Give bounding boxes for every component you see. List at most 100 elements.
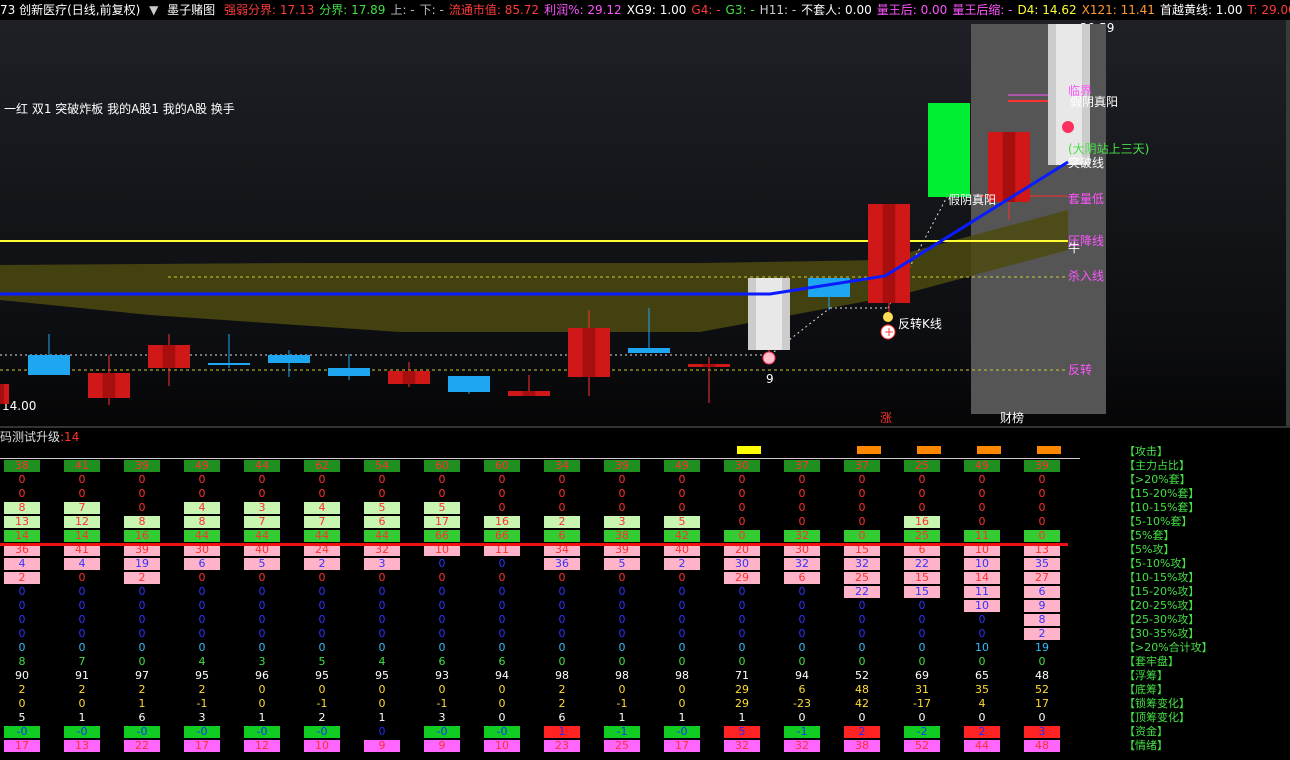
cell-t5-9: 2	[544, 516, 580, 528]
cell-zj-9: 1	[544, 726, 580, 738]
signal-marker-17	[1037, 446, 1061, 454]
cell-t5-14: 0	[858, 515, 866, 528]
cell-tlp-4: 3	[258, 655, 266, 668]
cell-dcb-3: 3	[198, 711, 206, 724]
indicator-value-6: XG9: 1.00	[626, 3, 687, 17]
cell-fc-1: 91	[75, 669, 89, 682]
indicator-value-2: 上: -	[390, 3, 415, 17]
cell-qx-7: 9	[424, 740, 460, 752]
cell-g15-1: 0	[78, 571, 86, 584]
cell-t5-11: 5	[664, 516, 700, 528]
cell-g1520-4: 0	[258, 585, 266, 598]
cell-t15-15: 0	[918, 487, 926, 500]
cell-fc-5: 95	[315, 669, 329, 682]
cell-zlzb-14: 37	[844, 460, 880, 472]
cell-g1520-14: 22	[844, 586, 880, 598]
stock-title[interactable]: 73 创新医疗(日线,前复权)	[0, 3, 140, 17]
cell-zlzb-12: 30	[724, 460, 760, 472]
cell-dcb-8: 0	[498, 711, 506, 724]
cell-g1520-11: 0	[678, 585, 686, 598]
cell-zlzb-17: 39	[1024, 460, 1060, 472]
cell-t0-13: 32	[784, 530, 820, 542]
indicator-name[interactable]: 墨子赌图	[167, 3, 215, 17]
row-label-4: 【10-15%套】	[1124, 501, 1200, 514]
chip-red-line	[0, 543, 1068, 546]
cell-g20-12: 0	[738, 599, 746, 612]
indicator-value-7: G4: -	[691, 3, 721, 17]
candle-body-1	[28, 355, 70, 375]
row-label-19: 【顶筹变化】	[1124, 711, 1190, 724]
cell-g15-16: 14	[964, 572, 1000, 584]
signal-marker-12	[737, 446, 761, 454]
cell-t20-6: 0	[378, 473, 386, 486]
cell-g10-0: 4	[4, 558, 40, 570]
cell-sc-2: 1	[138, 697, 146, 710]
kline-canvas: +9涨 财榜反转K线假阴真阳假阴真阳临界(大阴站上三天)突破线套量低压降线牛杀入线…	[0, 24, 1149, 425]
cell-g10-15: 22	[904, 558, 940, 570]
cell-g25-12: 0	[738, 613, 746, 626]
cell-dcb-1: 1	[78, 711, 86, 724]
cell-dcb-4: 1	[258, 711, 266, 724]
row-label-0: 【攻击】	[1124, 445, 1168, 458]
cell-t0-6: 44	[364, 530, 400, 542]
cell-zj-4: -0	[244, 726, 280, 738]
cell-g25-16: 0	[978, 613, 986, 626]
indicator-dropdown-icon[interactable]: ▼	[149, 3, 158, 17]
cell-g30-13: 0	[798, 627, 806, 640]
cell-g30-3: 0	[198, 627, 206, 640]
cell-t0-5: 44	[304, 530, 340, 542]
cell-fc-15: 69	[915, 669, 929, 682]
signal-marker-14	[857, 446, 881, 454]
signal-marker-15	[917, 446, 941, 454]
row-label-11: 【20-25%攻】	[1124, 599, 1200, 612]
cell-t10-9: 0	[558, 501, 566, 514]
main-kline-chart[interactable]: 一红 双1 突破炸板 我的A股1 我的A股 换手 20.59 14.00 +9涨…	[0, 20, 1286, 426]
chip-analysis-pane: 码测试升级:14 38 41 39 49 44 62 54 60 60 34 39 49 30 37 37 2…	[0, 428, 1290, 760]
cell-fc-13: 94	[795, 669, 809, 682]
cell-t15-11: 0	[678, 487, 686, 500]
cell-g20-15: 0	[918, 599, 926, 612]
cell-dc-12: 29	[735, 683, 749, 696]
candle-shade-12	[702, 364, 716, 367]
cell-t5-8: 16	[484, 516, 520, 528]
cell-sc-8: 0	[498, 697, 506, 710]
cell-t20-8: 0	[498, 473, 506, 486]
cell-g25-4: 0	[258, 613, 266, 626]
cell-t0-15: 25	[904, 530, 940, 542]
cell-g10-5: 2	[304, 558, 340, 570]
cell-t5-7: 17	[424, 516, 460, 528]
cell-t15-17: 0	[1038, 487, 1046, 500]
cell-t15-10: 0	[618, 487, 626, 500]
cell-hj-15: 0	[918, 641, 926, 654]
right-label-3: 套量低	[1068, 192, 1104, 206]
cell-dcb-5: 2	[318, 711, 326, 724]
sell-marker-icon	[1062, 121, 1074, 133]
cell-g15-12: 29	[724, 572, 760, 584]
cell-hj-10: 0	[618, 641, 626, 654]
cell-zlzb-1: 41	[64, 460, 100, 472]
cell-zj-2: -0	[124, 726, 160, 738]
cell-t10-5: 4	[304, 502, 340, 514]
cell-qx-17: 48	[1024, 740, 1060, 752]
cell-t5-6: 6	[364, 516, 400, 528]
cell-g25-6: 0	[378, 613, 386, 626]
cell-dcb-6: 1	[378, 711, 386, 724]
cell-hj-9: 0	[558, 641, 566, 654]
cell-g10-1: 4	[64, 558, 100, 570]
cell-dc-1: 2	[78, 683, 86, 696]
cell-t5-3: 8	[184, 516, 220, 528]
chart-scrollbar[interactable]	[1286, 20, 1290, 426]
cell-t10-0: 8	[4, 502, 40, 514]
cell-t5-17: 0	[1038, 515, 1046, 528]
cell-hj-5: 0	[318, 641, 326, 654]
cell-t0-10: 38	[604, 530, 640, 542]
cell-qx-13: 32	[784, 740, 820, 752]
cell-t10-15: 0	[918, 501, 926, 514]
indicator-value-10: 不套人: 0.00	[801, 3, 872, 17]
indicator-value-8: G3: -	[725, 3, 755, 17]
cell-t20-11: 0	[678, 473, 686, 486]
cell-g10-17: 35	[1024, 558, 1060, 570]
cell-t15-12: 0	[738, 487, 746, 500]
cell-qx-6: 9	[364, 740, 400, 752]
indicator-value-0: 强弱分界: 17.13	[224, 3, 315, 17]
